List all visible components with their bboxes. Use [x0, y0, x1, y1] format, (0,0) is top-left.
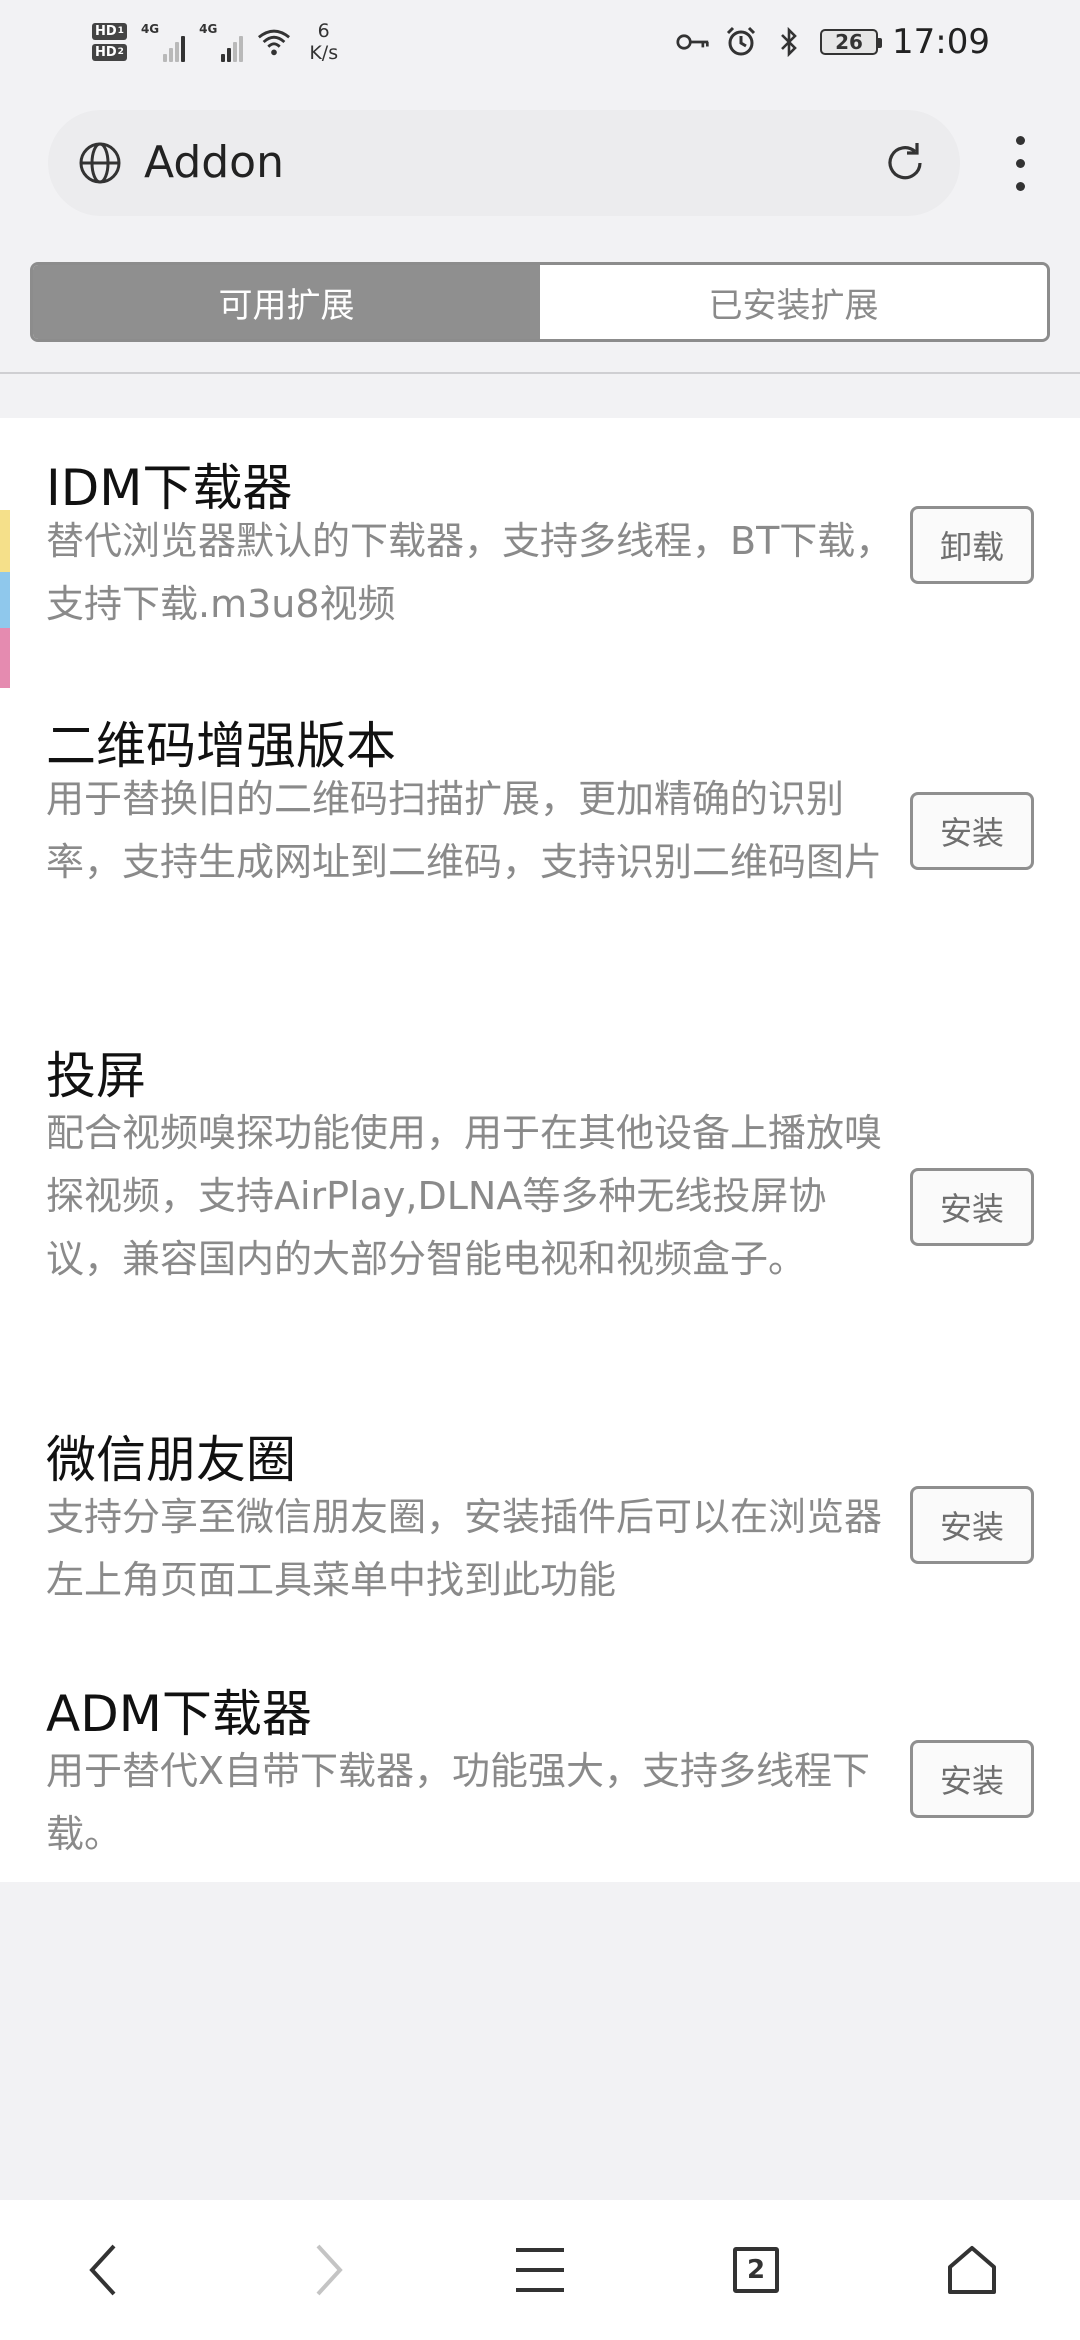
bluetooth-icon — [772, 25, 806, 59]
globe-icon — [78, 141, 122, 185]
tab-available[interactable]: 可用扩展 — [33, 265, 540, 339]
tab-count: 2 — [733, 2247, 779, 2293]
extension-list: IDM下载器 替代浏览器默认的下载器，支持多线程，BT下载，支持下载.m3u8视… — [0, 418, 1080, 1882]
hd-indicators: HD 1 HD 2 — [92, 23, 127, 61]
page-title: Addon — [144, 137, 284, 188]
home-icon[interactable] — [932, 2230, 1012, 2310]
key-icon — [676, 25, 710, 59]
install-button[interactable]: 安装 — [910, 1740, 1034, 1818]
back-icon[interactable] — [64, 2230, 144, 2310]
status-left: HD 1 HD 2 4G 4G 6 K/s — [92, 14, 338, 70]
alarm-icon — [724, 25, 758, 59]
extension-title: 微信朋友圈 — [46, 1431, 296, 1489]
install-button[interactable]: 安装 — [910, 1486, 1034, 1564]
install-button[interactable]: 安装 — [910, 1168, 1034, 1246]
edge-stripe-pink — [0, 628, 10, 688]
battery-indicator: 26 — [820, 29, 883, 55]
extension-description: 支持分享至微信朋友圈，安装插件后可以在浏览器左上角页面工具菜单中找到此功能 — [46, 1495, 883, 1602]
address-bar[interactable]: Addon — [48, 110, 960, 216]
status-bar: HD 1 HD 2 4G 4G 6 K/s 26 17:09 — [0, 0, 1080, 80]
extension-description: 配合视频嗅探功能使用，用于在其他设备上播放嗅探视频，支持AirPlay,DLNA… — [46, 1111, 883, 1281]
edge-stripe-yellow — [0, 510, 10, 572]
hd-badge-2: HD 2 — [92, 44, 127, 61]
tab-installed[interactable]: 已安装扩展 — [540, 265, 1047, 339]
extension-title: ADM下载器 — [46, 1685, 312, 1743]
extension-tabs: 可用扩展 已安装扩展 — [30, 262, 1050, 342]
status-right: 26 17:09 — [676, 14, 990, 70]
more-vert-icon[interactable] — [1000, 128, 1040, 198]
reload-icon[interactable] — [882, 140, 928, 186]
uninstall-button[interactable]: 卸载 — [910, 506, 1034, 584]
signal-1-icon: 4G — [141, 22, 186, 62]
extension-description: 用于替代X自带下载器，功能强大，支持多线程下载。 — [46, 1749, 871, 1856]
clock: 17:09 — [892, 22, 990, 62]
network-speed: 6 K/s — [309, 20, 339, 64]
wifi-icon — [257, 25, 291, 59]
menu-icon[interactable] — [500, 2230, 580, 2310]
install-button[interactable]: 安装 — [910, 792, 1034, 870]
bottom-navigation: 2 — [0, 2200, 1080, 2340]
header-divider — [0, 372, 1080, 374]
extension-title: 投屏 — [46, 1047, 146, 1105]
extension-description: 替代浏览器默认的下载器，支持多线程，BT下载，支持下载.m3u8视频 — [46, 519, 894, 626]
tabs-icon[interactable]: 2 — [716, 2230, 796, 2310]
hd-badge-1: HD 1 — [92, 23, 127, 40]
forward-icon[interactable] — [288, 2230, 368, 2310]
signal-2-icon: 4G — [199, 22, 244, 62]
extension-description: 用于替换旧的二维码扫描扩展，更加精确的识别率，支持生成网址到二维码，支持识别二维… — [46, 777, 883, 884]
edge-stripe-blue — [0, 572, 10, 628]
